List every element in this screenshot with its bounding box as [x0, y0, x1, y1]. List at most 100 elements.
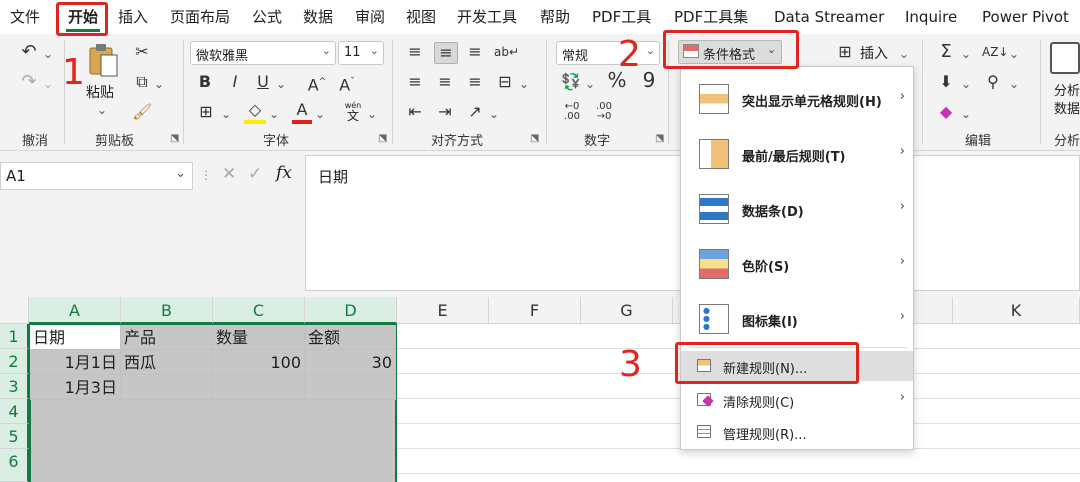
- cell-a2[interactable]: 1月1日: [30, 350, 121, 375]
- copy-dropdown-chevron-icon[interactable]: ⌄: [153, 74, 165, 94]
- column-header-c[interactable]: C: [213, 297, 305, 324]
- tab-power-pivot[interactable]: Power Pivot: [982, 7, 1069, 27]
- cell-b1[interactable]: 产品: [121, 325, 213, 350]
- clear-dropdown-chevron-icon[interactable]: ⌄: [960, 104, 972, 124]
- wrap-text-icon[interactable]: ab↵: [494, 42, 519, 62]
- decrease-font-size-icon[interactable]: Aˇ: [336, 72, 358, 95]
- border-icon[interactable]: ⊞: [196, 102, 216, 122]
- sort-filter-icon[interactable]: AZ↓: [982, 42, 1008, 62]
- alignment-launcher-icon[interactable]: ⬔: [530, 133, 539, 144]
- tab-developer[interactable]: 开发工具: [457, 7, 517, 27]
- cut-icon[interactable]: ✂: [132, 42, 152, 62]
- underline-icon[interactable]: U: [254, 72, 272, 92]
- menu-item-top-bottom-rules[interactable]: 最前/最后规则(T) ›: [681, 130, 913, 178]
- tab-view[interactable]: 视图: [406, 7, 436, 27]
- undo-icon[interactable]: ↶: [18, 42, 40, 62]
- cell-b3[interactable]: [121, 375, 213, 400]
- increase-font-size-icon[interactable]: A^: [306, 72, 328, 95]
- drag-handle-icon[interactable]: ⋮: [200, 168, 212, 182]
- name-box[interactable]: A1 ⌄: [0, 162, 193, 190]
- find-select-icon[interactable]: ⚲: [982, 72, 1004, 92]
- cell-b2[interactable]: 西瓜: [121, 350, 213, 375]
- align-right-icon[interactable]: ≡: [464, 72, 486, 92]
- tab-help[interactable]: 帮助: [540, 7, 570, 27]
- row-header-4[interactable]: 4: [0, 399, 29, 424]
- align-middle-icon[interactable]: ≡: [434, 42, 458, 64]
- font-launcher-icon[interactable]: ⬔: [378, 133, 387, 144]
- cell-d2[interactable]: 30: [305, 350, 396, 375]
- column-header-d[interactable]: D: [305, 297, 397, 324]
- orientation-dropdown-chevron-icon[interactable]: ⌄: [488, 104, 500, 124]
- enter-icon[interactable]: ✓: [248, 164, 262, 184]
- fill-color-icon[interactable]: ◇: [244, 100, 266, 124]
- fill-dropdown-chevron-icon[interactable]: ⌄: [960, 74, 972, 94]
- undo-dropdown-chevron-icon[interactable]: ⌄: [42, 44, 54, 64]
- row-header-6[interactable]: 6: [0, 449, 29, 482]
- align-top-icon[interactable]: ≡: [404, 42, 426, 62]
- decrease-decimal-icon[interactable]: .00 →0: [592, 102, 616, 122]
- cell-d1[interactable]: 金额: [305, 325, 396, 350]
- merge-dropdown-chevron-icon[interactable]: ⌄: [518, 74, 530, 94]
- align-bottom-icon[interactable]: ≡: [464, 42, 486, 62]
- paste-icon[interactable]: [86, 42, 120, 78]
- sort-filter-dropdown-chevron-icon[interactable]: ⌄: [1008, 44, 1020, 64]
- format-painter-icon[interactable]: 🖌: [132, 102, 152, 122]
- italic-icon[interactable]: I: [226, 72, 244, 92]
- insert-label[interactable]: 插入: [860, 43, 888, 63]
- autosum-dropdown-chevron-icon[interactable]: ⌄: [960, 44, 972, 64]
- tab-formulas[interactable]: 公式: [252, 7, 282, 27]
- worksheet-grid[interactable]: A B C D E F G H I J K 1 2 3 4 5 6 日期 产品 …: [0, 297, 1080, 482]
- font-size-dropdown[interactable]: 11 ⌄: [338, 41, 384, 65]
- analyze-label-1[interactable]: 分析: [1054, 80, 1080, 99]
- insert-cells-icon[interactable]: ⊞: [834, 42, 856, 62]
- cell-d3[interactable]: [305, 375, 396, 400]
- redo-icon[interactable]: ↷: [18, 72, 40, 92]
- phonetic-dropdown-chevron-icon[interactable]: ⌄: [366, 104, 378, 124]
- tab-insert[interactable]: 插入: [118, 7, 148, 27]
- tab-data-streamer[interactable]: Data Streamer: [774, 7, 884, 27]
- insert-dropdown-chevron-icon[interactable]: ⌄: [898, 44, 910, 64]
- merge-center-icon[interactable]: ⊟: [494, 72, 516, 92]
- cell-c1[interactable]: 数量: [213, 325, 305, 350]
- number-launcher-icon[interactable]: ⬔: [655, 133, 664, 144]
- paste-label[interactable]: 粘贴: [86, 82, 114, 102]
- autosum-icon[interactable]: Σ: [935, 42, 957, 62]
- tab-page-layout[interactable]: 页面布局: [170, 7, 230, 27]
- redo-dropdown-chevron-icon[interactable]: ⌄: [42, 74, 54, 94]
- tab-data[interactable]: 数据: [303, 7, 333, 27]
- column-header-g[interactable]: G: [581, 297, 673, 324]
- accounting-dropdown-chevron-icon[interactable]: ⌄: [584, 74, 596, 94]
- accounting-format-icon[interactable]: 💱: [560, 72, 582, 92]
- menu-item-clear-rules[interactable]: 清除规则(C) ›: [681, 385, 913, 415]
- column-header-k[interactable]: K: [953, 297, 1080, 324]
- font-color-icon[interactable]: A: [292, 100, 312, 124]
- font-name-dropdown[interactable]: 微软雅黑 ⌄: [190, 41, 336, 65]
- analyze-label-2[interactable]: 数据: [1054, 98, 1080, 117]
- cell-c2[interactable]: 100: [213, 350, 305, 375]
- phonetic-guide-icon[interactable]: wén 文: [342, 100, 364, 122]
- column-header-f[interactable]: F: [489, 297, 581, 324]
- fill-color-dropdown-chevron-icon[interactable]: ⌄: [268, 104, 280, 124]
- analyze-data-icon[interactable]: [1050, 42, 1080, 74]
- column-header-e[interactable]: E: [397, 297, 489, 324]
- menu-item-color-scales[interactable]: 色阶(S) ›: [681, 240, 913, 288]
- increase-indent-icon[interactable]: ⇥: [434, 102, 456, 122]
- align-center-icon[interactable]: ≡: [434, 72, 456, 92]
- menu-item-data-bars[interactable]: 数据条(D) ›: [681, 185, 913, 233]
- row-header-2[interactable]: 2: [0, 349, 29, 374]
- tab-file[interactable]: 文件: [10, 7, 40, 27]
- underline-dropdown-chevron-icon[interactable]: ⌄: [275, 74, 287, 94]
- align-left-icon[interactable]: ≡: [404, 72, 426, 92]
- cancel-icon[interactable]: ✕: [222, 164, 236, 184]
- paste-dropdown-chevron-icon[interactable]: ⌄: [95, 100, 109, 120]
- orientation-icon[interactable]: ↗: [464, 102, 486, 122]
- clipboard-launcher-icon[interactable]: ⬔: [170, 133, 179, 144]
- increase-decimal-icon[interactable]: ←0.00: [560, 102, 584, 122]
- clear-icon[interactable]: ◆: [935, 102, 957, 122]
- tab-pdf-toolset[interactable]: PDF工具集: [674, 7, 748, 27]
- border-dropdown-chevron-icon[interactable]: ⌄: [220, 104, 232, 124]
- column-header-a[interactable]: A: [29, 297, 121, 324]
- cell-c3[interactable]: [213, 375, 305, 400]
- tab-inquire[interactable]: Inquire: [905, 7, 957, 27]
- cell-a1[interactable]: 日期: [30, 325, 121, 350]
